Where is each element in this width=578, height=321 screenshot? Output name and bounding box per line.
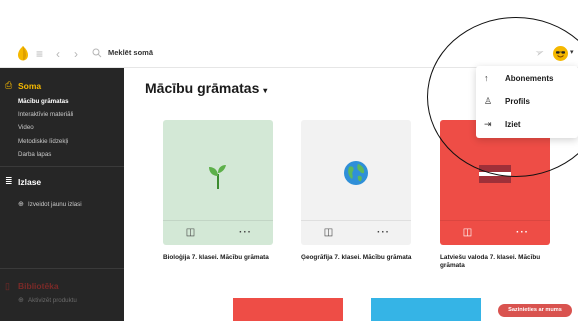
open-book-icon[interactable]: ◫	[163, 227, 218, 238]
forward-icon[interactable]: ›	[74, 47, 78, 61]
emoji-face-icon	[556, 51, 565, 58]
top-bar	[0, 40, 578, 68]
sidebar-item-interactive[interactable]: Interaktīvie materiāli	[18, 111, 73, 118]
logo-icon[interactable]	[16, 45, 30, 61]
hamburger-icon[interactable]: ≡	[36, 47, 43, 61]
list-icon: ≣	[5, 176, 13, 186]
card-actions: ◫ ···	[163, 220, 273, 245]
sidebar-divider	[0, 166, 124, 167]
user-icon: ♙	[484, 96, 493, 106]
more-icon[interactable]: ···	[218, 227, 273, 238]
sidebar-item-textbooks[interactable]: Mācību grāmatas	[18, 98, 69, 105]
book-card-partial[interactable]	[233, 298, 343, 321]
library-icon: ▯	[5, 281, 10, 291]
page-title-text: Mācību grāmatas	[145, 80, 260, 96]
menu-item-label: Iziet	[505, 120, 521, 129]
activate-product-link[interactable]: Aktivizēt produktu	[28, 297, 77, 304]
open-book-icon[interactable]: ◫	[301, 227, 356, 238]
bag-icon: ⎙	[5, 80, 13, 90]
user-dropdown-menu: ↑ Abonements ♙ Profils ⇥ Iziet	[476, 66, 578, 138]
sidebar-item-worksheets[interactable]: Darba lapas	[18, 151, 51, 158]
sidebar-item-soma[interactable]: Soma	[18, 81, 41, 91]
menu-item-subscription[interactable]: ↑ Abonements	[476, 68, 578, 90]
page-title[interactable]: Mācību grāmatas ▾	[145, 80, 267, 96]
card-actions: ◫ ···	[440, 220, 550, 245]
sidebar-item-video[interactable]: Video	[18, 124, 34, 131]
card-actions: ◫ ···	[301, 220, 411, 245]
sidebar-item-methodical[interactable]: Metodiskie līdzekļi	[18, 138, 68, 145]
open-book-icon[interactable]: ◫	[440, 227, 495, 238]
more-icon[interactable]: ···	[356, 227, 411, 238]
more-icon[interactable]: ···	[495, 227, 550, 238]
book-title[interactable]: Ģeogrāfija 7. klasei. Mācību grāmata	[301, 254, 416, 262]
back-icon[interactable]: ‹	[56, 47, 60, 61]
avatar[interactable]	[553, 46, 568, 61]
menu-item-label: Profils	[505, 97, 530, 106]
book-card-geography[interactable]: ◫ ···	[301, 120, 411, 245]
chevron-down-icon: ▾	[263, 86, 268, 95]
menu-item-profile[interactable]: ♙ Profils	[476, 91, 578, 113]
plus-circle-icon: ⊕	[18, 201, 24, 208]
sidebar-divider	[0, 268, 124, 269]
book-title[interactable]: Latviešu valoda 7. klasei. Mācību grāmat…	[440, 254, 555, 270]
create-izlase-link[interactable]: Izveidot jaunu izlasi	[28, 201, 82, 208]
menu-item-logout[interactable]: ⇥ Iziet	[476, 114, 578, 136]
sidebar-item-biblioteka[interactable]: Bibliotēka	[18, 281, 59, 291]
search-icon[interactable]	[92, 48, 102, 58]
arrow-up-icon: ↑	[484, 73, 489, 83]
book-card-biology[interactable]: ◫ ···	[163, 120, 273, 245]
chevron-down-icon[interactable]: ▾	[570, 48, 574, 56]
sprout-icon	[209, 165, 226, 189]
book-card-latvian[interactable]: ◫ ···	[440, 120, 550, 245]
latvian-flag-icon	[479, 165, 511, 183]
book-card-partial[interactable]	[371, 298, 481, 321]
logout-icon: ⇥	[484, 119, 492, 129]
sidebar: ⎙ Soma Mācību grāmatas Interaktīvie mate…	[0, 68, 124, 321]
book-title[interactable]: Bioloģija 7. klasei. Mācību grāmata	[163, 254, 278, 262]
search-input[interactable]: Meklēt somā	[108, 48, 153, 57]
contact-us-button[interactable]: Sazinieties ar mums	[498, 304, 572, 317]
plus-circle-icon: ⊕	[18, 297, 24, 304]
menu-item-label: Abonements	[505, 74, 554, 83]
sidebar-item-izlase[interactable]: Izlase	[18, 177, 41, 187]
globe-icon	[344, 161, 368, 185]
